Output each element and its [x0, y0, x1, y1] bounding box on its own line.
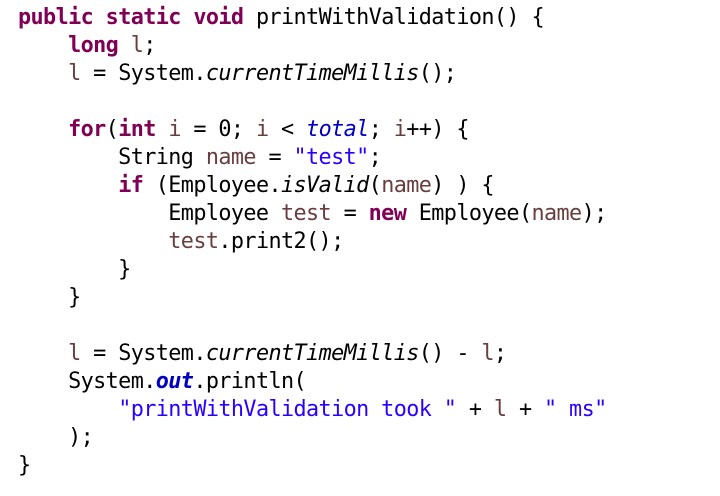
code-token: } — [18, 257, 131, 282]
code-token: = System. — [80, 61, 206, 86]
code-token-smethod: currentTimeMillis — [205, 61, 419, 86]
code-line[interactable]: l = System.currentTimeMillis(); — [18, 60, 718, 88]
code-token: = 0; — [180, 117, 256, 142]
code-line[interactable]: if (Employee.isValid(name) ) { — [18, 172, 718, 200]
code-token: + — [506, 397, 544, 422]
code-line[interactable]: l = System.currentTimeMillis() - l; — [18, 340, 718, 368]
code-token: ) ) { — [431, 173, 494, 198]
code-token: Employee( — [406, 201, 532, 226]
code-token-smethod: currentTimeMillis — [205, 341, 419, 366]
code-line[interactable]: ​ — [18, 88, 718, 116]
code-token-var: l — [481, 341, 494, 366]
code-token: ; — [143, 33, 156, 58]
code-token-var: name — [381, 173, 432, 198]
code-line[interactable]: } — [18, 256, 718, 284]
code-token-var: i — [255, 117, 269, 142]
code-token-kw: new — [368, 201, 407, 226]
code-token: ( — [105, 117, 119, 142]
code-token-kw: long — [68, 33, 119, 58]
code-token-var: test — [280, 201, 332, 226]
code-line[interactable]: ); — [18, 424, 718, 452]
code-line[interactable]: System.out.println( — [18, 368, 718, 396]
code-token: (Employee. — [143, 173, 282, 198]
code-token: = System. — [80, 341, 206, 366]
code-token-str: "test" — [293, 145, 370, 170]
code-token: ; — [368, 117, 394, 142]
code-token: ; — [368, 145, 382, 170]
code-token-var: name — [531, 201, 582, 226]
code-token: ); — [18, 425, 94, 450]
code-line[interactable]: public static void printWithValidation()… — [18, 4, 718, 32]
code-editor[interactable]: public static void printWithValidation()… — [18, 4, 718, 492]
code-line[interactable]: for(int i = 0; i < total; i++) { — [18, 116, 718, 144]
code-token-var: i — [393, 117, 407, 142]
code-token-var: l — [68, 61, 81, 86]
code-line[interactable]: Employee test = new Employee(name); — [18, 200, 718, 228]
code-token-var: test — [168, 229, 219, 254]
code-token: ( — [368, 173, 382, 198]
code-token: Employee — [18, 201, 281, 226]
code-token: ; — [493, 341, 507, 366]
code-token-smethod: isValid — [281, 173, 369, 198]
code-line[interactable]: } — [18, 284, 718, 312]
code-token: = — [255, 145, 294, 170]
code-token: (); — [418, 61, 457, 86]
code-token: ++) { — [406, 117, 469, 142]
code-token-kw: for — [68, 117, 106, 142]
code-token: } — [18, 285, 81, 310]
code-token-var: i — [168, 117, 181, 142]
code-token-var: l — [493, 397, 507, 422]
code-token: () - — [418, 341, 482, 366]
code-token-kw: int — [118, 117, 156, 142]
code-token: ); — [581, 201, 608, 226]
code-token: .print2(); — [218, 229, 344, 254]
code-line[interactable]: ​ — [18, 312, 718, 340]
code-token-var: name — [205, 145, 257, 170]
code-line[interactable]: "printWithValidation took " + l + " ms" — [18, 396, 718, 424]
code-token-field: total — [306, 117, 369, 142]
code-token-kw: public — [18, 5, 94, 30]
code-token-var: l — [130, 33, 144, 58]
code-line[interactable]: String name = "test"; — [18, 144, 718, 172]
code-token-str: "printWithValidation took " — [118, 397, 457, 422]
code-token: < — [268, 117, 307, 142]
code-token: .println( — [193, 369, 307, 394]
code-token-sfield: out — [155, 369, 194, 394]
code-line[interactable]: } — [18, 452, 718, 480]
code-token-var: l — [68, 341, 81, 366]
code-token-kw: if — [118, 173, 144, 198]
code-token: + — [456, 397, 494, 422]
code-token-str: " ms" — [544, 397, 607, 422]
code-token: = — [331, 201, 369, 226]
code-token-kw: static — [105, 5, 182, 30]
code-token: System. — [18, 369, 156, 394]
code-token: printWithValidation() { — [243, 5, 545, 30]
code-token: String — [18, 145, 206, 170]
code-line[interactable]: test.print2(); — [18, 228, 718, 256]
code-token-kw: void — [193, 5, 244, 30]
code-line[interactable]: long l; — [18, 32, 718, 60]
code-token: } — [18, 453, 31, 478]
